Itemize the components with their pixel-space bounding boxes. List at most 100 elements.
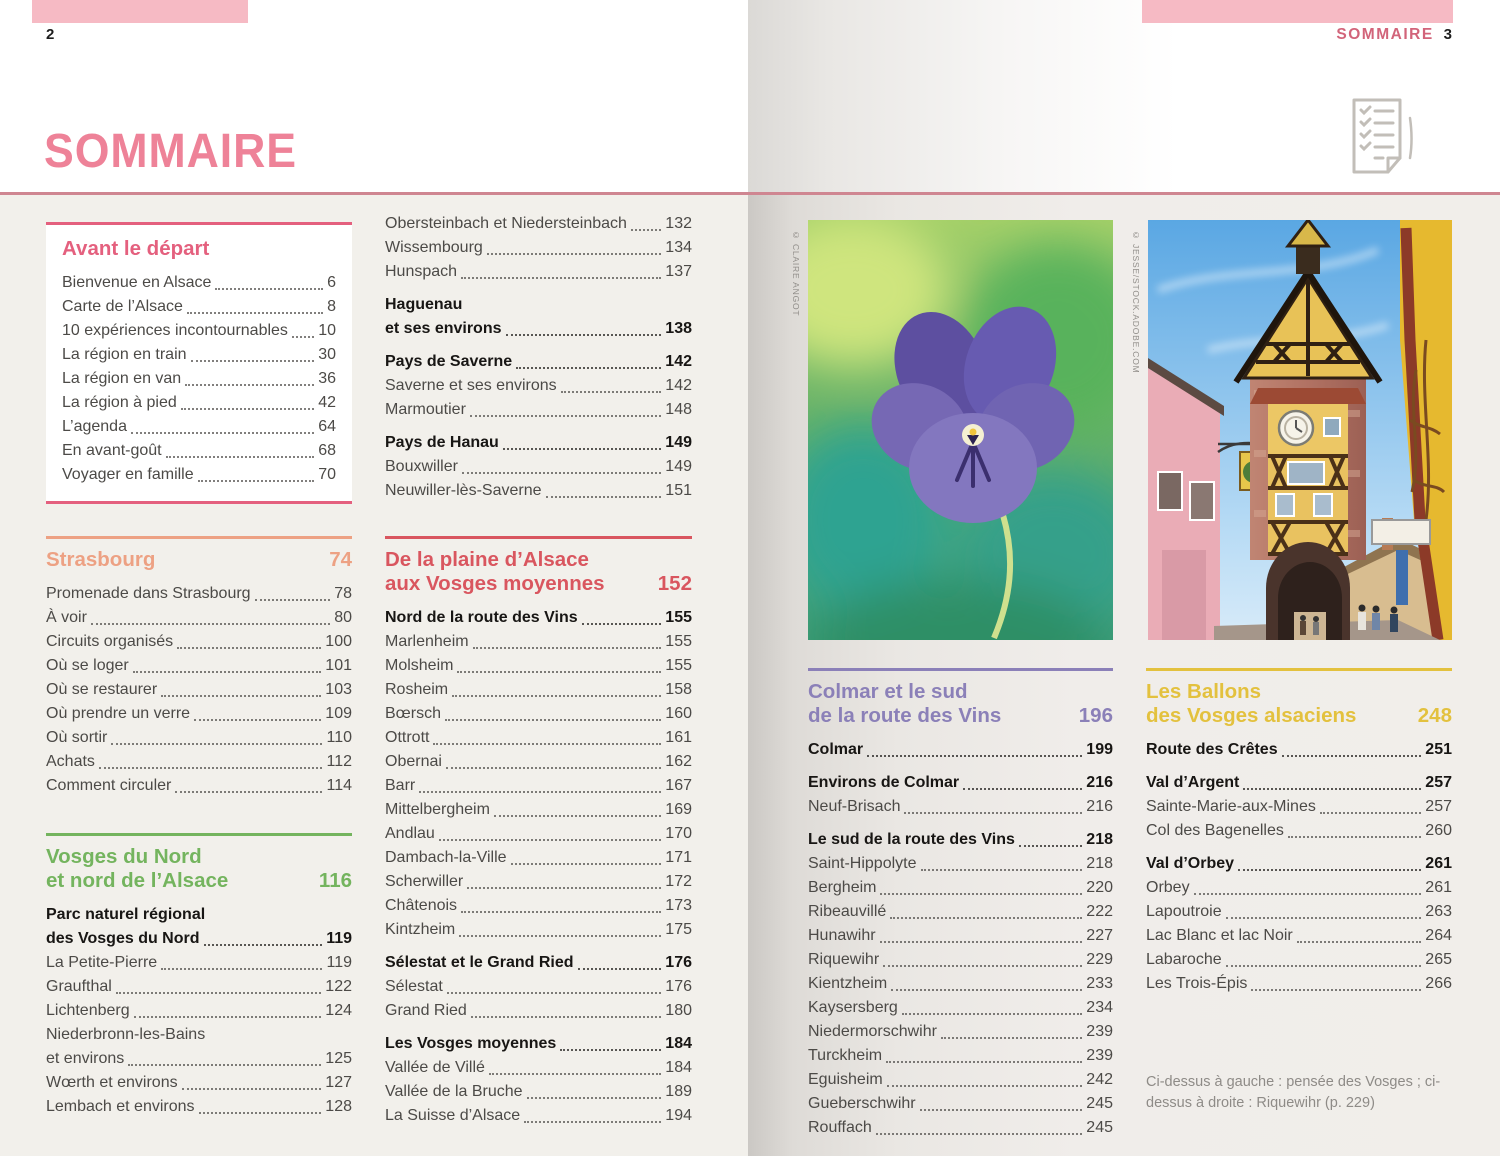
toc-entry: Châtenois173: [385, 894, 692, 918]
toc-entry-label: Lichtenberg: [46, 999, 130, 1023]
section-colmar: Colmar et le sudde la route des Vins196C…: [808, 668, 1113, 1140]
toc-entry-page-number: 199: [1086, 738, 1113, 762]
dot-leader: [185, 384, 314, 386]
dot-leader: [199, 1112, 322, 1114]
dot-leader: [461, 911, 661, 913]
toc-entry: Mittelbergheim169: [385, 798, 692, 822]
toc-entry-label: Mittelbergheim: [385, 798, 490, 822]
toc-entry-label: Châtenois: [385, 894, 457, 918]
toc-entry-page-number: 264: [1425, 924, 1452, 948]
dot-leader: [292, 336, 314, 338]
dot-leader: [886, 1061, 1082, 1063]
toc-entry: Val d’Orbey261: [1146, 852, 1452, 876]
dot-leader: [447, 992, 661, 994]
toc-entry-label: Riquewihr: [808, 948, 879, 972]
dot-leader: [181, 408, 314, 410]
toc-entry-page-number: 218: [1086, 852, 1113, 876]
toc-entry-label: Labaroche: [1146, 948, 1222, 972]
toc-entry-page-number: 216: [1086, 771, 1113, 795]
toc-entry-page-number: 142: [665, 350, 692, 374]
toc-entry-label: Nord de la route des Vins: [385, 606, 578, 630]
toc-entry-label: Hunawihr: [808, 924, 876, 948]
toc-entry: Les Trois-Épis266: [1146, 972, 1452, 996]
toc-entry-label: Sélestat et le Grand Ried: [385, 951, 574, 975]
toc-entry-page-number: 101: [325, 654, 352, 678]
dot-leader: [161, 968, 322, 970]
toc-entry: Neuf-Brisach216: [808, 795, 1113, 819]
toc-entry-page-number: 180: [665, 999, 692, 1023]
dot-leader: [1251, 989, 1421, 991]
toc-entry-label: Kintzheim: [385, 918, 455, 942]
toc-entry: Kintzheim 175: [385, 918, 692, 942]
toc-entry: Lapoutroie263: [1146, 900, 1452, 924]
toc-entry: La région en van36: [62, 367, 336, 391]
dot-leader: [187, 312, 323, 314]
dot-leader: [128, 1064, 321, 1066]
toc-entry-label: Promenade dans Strasbourg: [46, 582, 251, 606]
toc-entry-label: Le sud de la route des Vins: [808, 828, 1015, 852]
pink-separator-rule: [0, 192, 1500, 195]
toc-entry-page-number: 64: [318, 415, 336, 439]
dot-leader: [182, 1088, 322, 1090]
toc-entry-label: Andlau: [385, 822, 435, 846]
toc-entry-label: La région à pied: [62, 391, 177, 415]
toc-entry: Voyager en famille70: [62, 463, 336, 487]
dot-leader: [1282, 755, 1422, 757]
toc-entry-page-number: 42: [318, 391, 336, 415]
toc-entry-label: La Suisse d’Alsace: [385, 1104, 520, 1128]
section-page-number: 248: [1418, 704, 1452, 728]
toc-entry: Où prendre un verre109: [46, 702, 352, 726]
toc-entry-page-number: 176: [665, 975, 692, 999]
toc-entry-page-number: 132: [665, 212, 692, 236]
toc-entry-page-number: 127: [325, 1071, 352, 1095]
toc-entry-page-number: 175: [665, 918, 692, 942]
toc-entry-page-number: 234: [1086, 996, 1113, 1020]
toc-entry-label: Bœrsch: [385, 702, 441, 726]
dot-leader: [876, 1133, 1083, 1135]
toc-entry-label: Où prendre un verre: [46, 702, 190, 726]
toc-entry: Où sortir110: [46, 726, 352, 750]
dot-leader: [175, 791, 322, 793]
dot-leader: [890, 917, 1082, 919]
toc-entry-label: Pays de Hanau: [385, 431, 499, 455]
toc-entry: Molsheim155: [385, 654, 692, 678]
toc-entry: Lembach et environs128: [46, 1095, 352, 1119]
section-page-number: 152: [658, 572, 692, 596]
dot-leader: [1194, 893, 1422, 895]
toc-entry: En avant-goût68: [62, 439, 336, 463]
dot-leader: [166, 456, 315, 458]
toc-entry-label: 10 expériences incontournables: [62, 319, 288, 343]
toc-entry-label: Rouffach: [808, 1116, 872, 1140]
photo-credit: © JESSE/STOCK.ADOBE.COM: [1131, 230, 1141, 374]
toc-entry-page-number: 119: [326, 951, 352, 975]
toc-entry-page-number: 171: [665, 846, 692, 870]
dot-leader: [489, 1073, 661, 1075]
toc-entry-page-number: 266: [1425, 972, 1452, 996]
toc-entry-page-number: 119: [326, 927, 352, 951]
toc-entry-page-number: 265: [1425, 948, 1452, 972]
toc-entry-page-number: 149: [665, 455, 692, 479]
toc-entry-label: En avant-goût: [62, 439, 162, 463]
toc-entry-page-number: 148: [665, 398, 692, 422]
toc-entry-page-number: 8: [327, 295, 336, 319]
toc-entry-page-number: 158: [665, 678, 692, 702]
toc-entry-page-number: 6: [327, 271, 336, 295]
dot-leader: [91, 623, 330, 625]
toc-entry: Rouffach245: [808, 1116, 1113, 1140]
dot-leader: [487, 253, 661, 255]
toc-entry: Où se loger101: [46, 654, 352, 678]
dot-leader: [578, 968, 662, 970]
dot-leader: [511, 863, 662, 865]
toc-entry: Barr167: [385, 774, 692, 798]
toc-entry-label: Ottrott: [385, 726, 429, 750]
toc-entry-label: Neuwiller-lès-Saverne: [385, 479, 542, 503]
toc-entry-page-number: 110: [326, 726, 352, 750]
photo-credit: © CLAIRE ANGOT: [791, 230, 801, 316]
dot-leader: [111, 743, 322, 745]
toc-entry: Kaysersberg234: [808, 996, 1113, 1020]
toc-entry-page-number: 170: [665, 822, 692, 846]
dot-leader: [191, 360, 315, 362]
toc-entry-page-number: 184: [665, 1032, 692, 1056]
toc-entry-page-number: 124: [325, 999, 352, 1023]
toc-entry-label: Comment circuler: [46, 774, 171, 798]
